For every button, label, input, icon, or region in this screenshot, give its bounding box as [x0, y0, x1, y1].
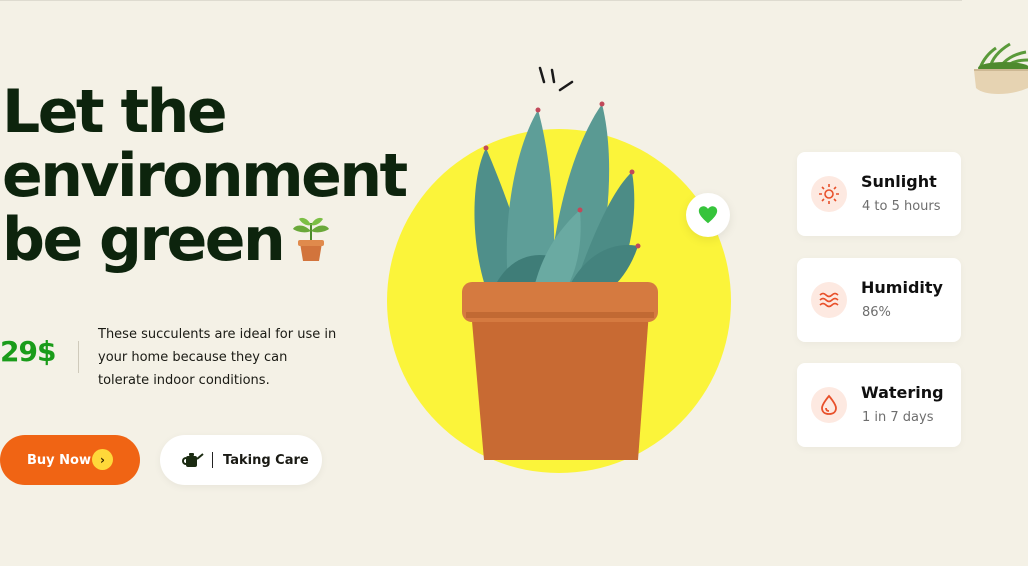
water-drop-icon: [811, 387, 847, 423]
buy-now-label: Buy Now: [27, 452, 91, 468]
watering-title: Watering: [861, 383, 944, 402]
watering-can-icon: [182, 453, 204, 467]
taking-care-button[interactable]: Taking Care: [160, 435, 322, 485]
watering-card: Watering 1 in 7 days: [797, 363, 961, 447]
sunlight-card: Sunlight 4 to 5 hours: [797, 152, 961, 236]
sunlight-value: 4 to 5 hours: [862, 199, 941, 214]
headline-line-1: Let the: [2, 77, 228, 147]
arrow-right-icon: ›: [92, 449, 113, 470]
heart-icon: [698, 206, 718, 224]
humidity-card: Humidity 86%: [797, 258, 961, 342]
headline-line-2: environment: [2, 141, 408, 211]
waves-icon: [811, 282, 847, 318]
price: 29$: [0, 335, 56, 368]
headline-line-3: be green: [2, 208, 372, 272]
corner-plant-image: [974, 42, 1028, 94]
humidity-title: Humidity: [861, 278, 943, 297]
watering-value: 1 in 7 days: [862, 410, 934, 425]
top-divider: [0, 0, 962, 1]
humidity-value: 86%: [862, 305, 891, 320]
sunlight-title: Sunlight: [861, 172, 937, 191]
succulent-plant-image: [462, 66, 658, 460]
hero-headline: Let the environment be green: [2, 77, 408, 272]
headline-line-3-text: be green: [2, 205, 286, 275]
sun-icon: [811, 176, 847, 212]
product-description: These succulents are ideal for use in yo…: [98, 327, 337, 388]
buy-now-button[interactable]: Buy Now ›: [0, 435, 140, 485]
care-separator: [212, 452, 213, 468]
price-divider: [78, 341, 79, 373]
potted-sprout-icon: [293, 218, 330, 262]
taking-care-label: Taking Care: [223, 452, 309, 468]
favorite-button[interactable]: [686, 193, 730, 237]
